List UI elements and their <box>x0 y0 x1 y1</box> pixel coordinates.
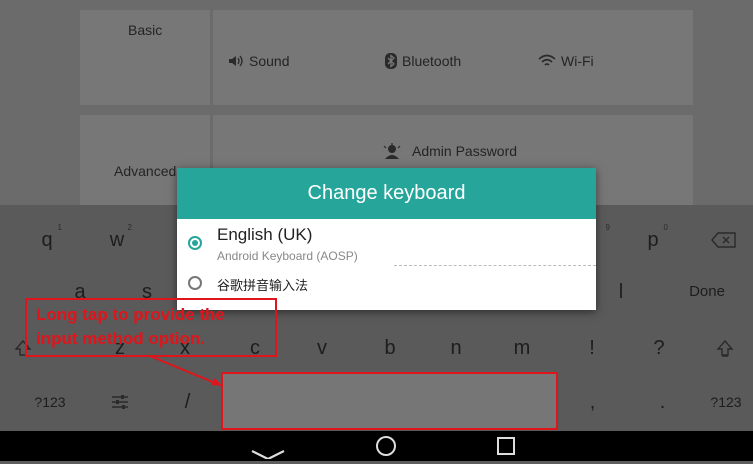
annotation-spacebar-highlight <box>221 372 558 430</box>
